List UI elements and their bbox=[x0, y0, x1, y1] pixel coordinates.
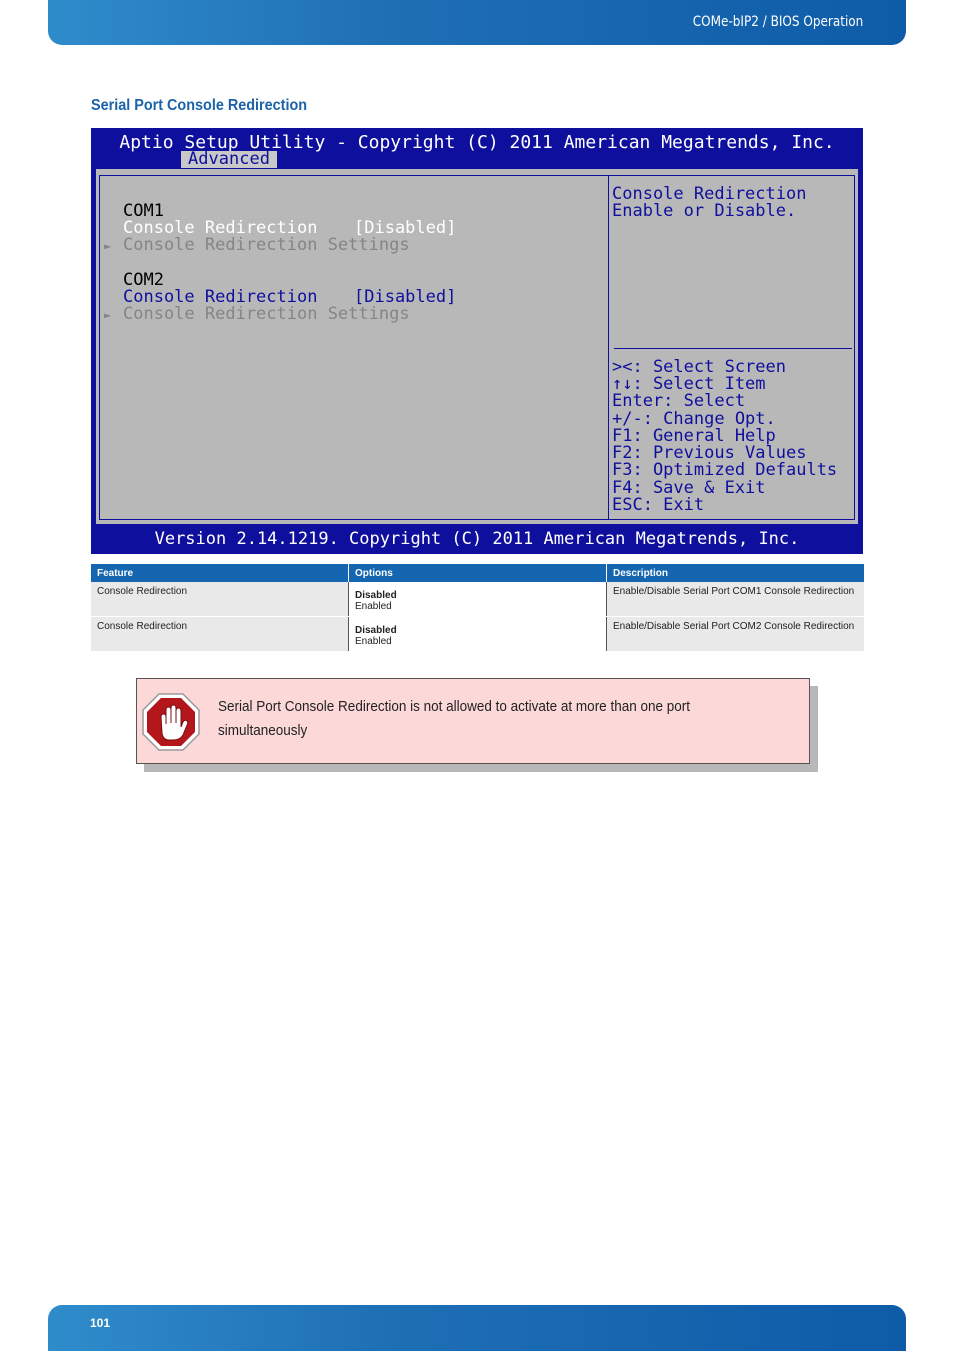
section-title: Serial Port Console Redirection bbox=[91, 97, 308, 114]
options-table: Feature Options Description Console Redi… bbox=[91, 564, 864, 652]
header-title: COMe-bIP2 / BIOS Operation bbox=[692, 14, 863, 30]
description-cell: Enable/Disable Serial Port COM2 Console … bbox=[606, 616, 864, 652]
bios-footer: Version 2.14.1219. Copyright (C) 2011 Am… bbox=[154, 529, 800, 549]
options-cell: Disabled Enabled bbox=[348, 616, 607, 652]
key-hint: ESC: Exit bbox=[612, 495, 705, 515]
header-bar: COMe-bIP2 / BIOS Operation bbox=[48, 0, 906, 45]
header-description: Description bbox=[606, 564, 864, 582]
option-other: Enabled bbox=[355, 636, 392, 647]
footer-bar: 101 bbox=[48, 1305, 906, 1351]
help-divider bbox=[614, 348, 852, 349]
option-default: Disabled bbox=[355, 590, 397, 601]
header-options: Options bbox=[348, 564, 607, 582]
stop-hand-icon bbox=[142, 693, 200, 751]
option-default: Disabled bbox=[355, 625, 397, 636]
com1-redirection-settings[interactable]: Console Redirection Settings bbox=[123, 237, 410, 254]
option-other: Enabled bbox=[355, 601, 392, 612]
tab-advanced[interactable]: Advanced bbox=[181, 151, 277, 168]
note-text: Serial Port Console Redirection is not a… bbox=[218, 698, 691, 739]
help-line: Enable or Disable. bbox=[612, 201, 797, 221]
key-hint: Enter: Select bbox=[612, 391, 746, 411]
options-cell: Disabled Enabled bbox=[348, 582, 607, 617]
table-row: Console Redirection Disabled Enabled Ena… bbox=[91, 616, 864, 652]
arrow-right-icon: ► bbox=[104, 308, 112, 322]
feature-cell: Console Redirection bbox=[91, 582, 349, 617]
key-hint: F3: Optimized Defaults bbox=[612, 460, 838, 480]
table-header-row: Feature Options Description bbox=[91, 564, 864, 582]
warning-note: Serial Port Console Redirection is not a… bbox=[136, 678, 810, 764]
arrow-right-icon: ► bbox=[104, 239, 112, 253]
header-feature: Feature bbox=[91, 564, 349, 582]
com2-redirection-settings[interactable]: Console Redirection Settings bbox=[123, 306, 410, 323]
description-cell: Enable/Disable Serial Port COM1 Console … bbox=[606, 582, 864, 617]
bios-panel: COM1 Console Redirection [Disabled] ► Co… bbox=[96, 169, 858, 524]
page-number: 101 bbox=[90, 1316, 111, 1330]
bios-screen: Aptio Setup Utility - Copyright (C) 2011… bbox=[91, 128, 863, 554]
bios-divider bbox=[608, 175, 609, 520]
table-row: Console Redirection Disabled Enabled Ena… bbox=[91, 582, 864, 617]
feature-cell: Console Redirection bbox=[91, 616, 349, 652]
